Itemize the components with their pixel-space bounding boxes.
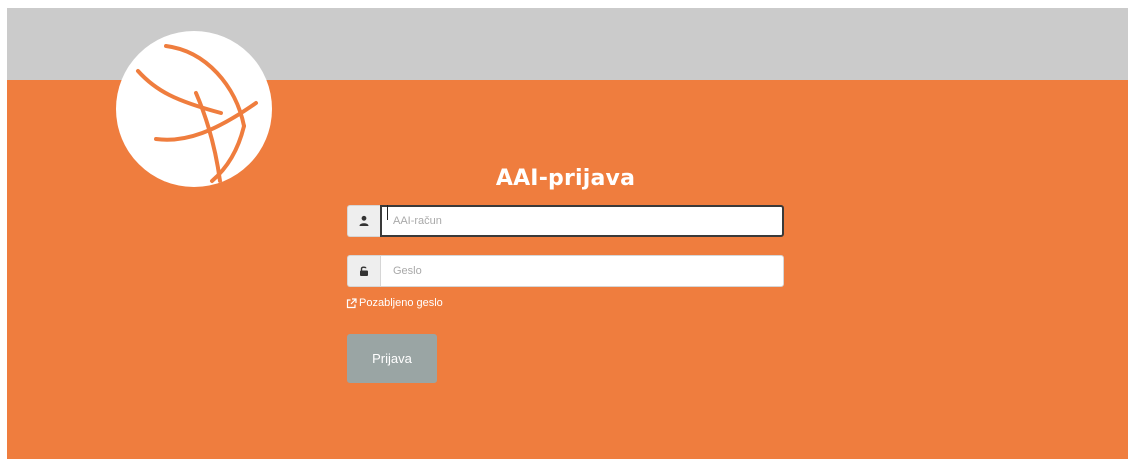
password-field: [347, 255, 784, 287]
password-addon: [347, 255, 380, 287]
lock-icon: [360, 266, 368, 276]
page-title: AAI-prijava: [495, 166, 636, 191]
external-link-icon: [346, 297, 357, 308]
username-field: [347, 205, 784, 237]
login-button[interactable]: Prijava: [347, 334, 437, 383]
forgot-password-link[interactable]: Pozabljeno geslo: [346, 297, 443, 309]
user-icon: [359, 215, 369, 226]
logo: [116, 31, 272, 187]
logo-mark-icon: [136, 44, 258, 183]
text-cursor: [387, 205, 388, 220]
password-input[interactable]: [380, 255, 784, 287]
username-input[interactable]: [380, 205, 784, 237]
forgot-password-label: Pozabljeno geslo: [359, 297, 443, 309]
username-addon: [347, 205, 380, 237]
page-frame: AAI-prijava Pozabljeno geslo Prijava: [7, 8, 1128, 459]
